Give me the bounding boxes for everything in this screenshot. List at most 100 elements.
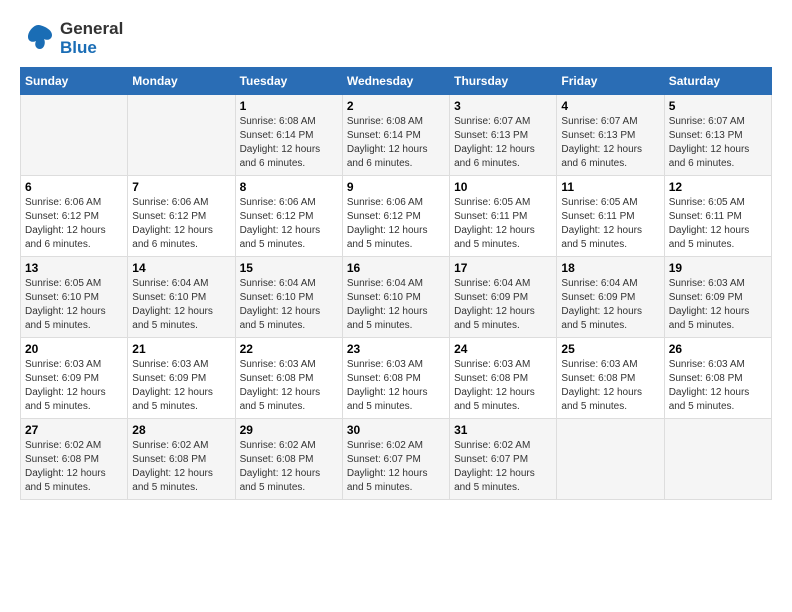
day-number: 18 (561, 261, 659, 275)
day-number: 30 (347, 423, 445, 437)
day-detail: Sunrise: 6:03 AM Sunset: 6:08 PM Dayligh… (454, 358, 552, 414)
calendar-cell (128, 95, 235, 176)
day-number: 5 (669, 99, 767, 113)
day-detail: Sunrise: 6:06 AM Sunset: 6:12 PM Dayligh… (25, 196, 123, 252)
logo: GeneralBlue (20, 20, 123, 57)
calendar-week-3: 13 Sunrise: 6:05 AM Sunset: 6:10 PM Dayli… (21, 257, 772, 338)
day-detail: Sunrise: 6:07 AM Sunset: 6:13 PM Dayligh… (454, 115, 552, 171)
calendar-cell: 30 Sunrise: 6:02 AM Sunset: 6:07 PM Dayli… (342, 419, 449, 500)
calendar-cell: 16 Sunrise: 6:04 AM Sunset: 6:10 PM Dayli… (342, 257, 449, 338)
header-thursday: Thursday (450, 68, 557, 95)
day-number: 2 (347, 99, 445, 113)
page-header: GeneralBlue (20, 20, 772, 57)
day-number: 3 (454, 99, 552, 113)
calendar-cell: 8Sunrise: 6:06 AM Sunset: 6:12 PM Daylig… (235, 176, 342, 257)
calendar-cell: 2 Sunrise: 6:08 AM Sunset: 6:14 PM Daylig… (342, 95, 449, 176)
calendar-cell: 19 Sunrise: 6:03 AM Sunset: 6:09 PM Dayli… (664, 257, 771, 338)
day-detail: Sunrise: 6:02 AM Sunset: 6:07 PM Dayligh… (347, 439, 445, 495)
calendar-cell: 20 Sunrise: 6:03 AM Sunset: 6:09 PM Dayli… (21, 338, 128, 419)
calendar-cell: 7 Sunrise: 6:06 AM Sunset: 6:12 PM Daylig… (128, 176, 235, 257)
calendar-cell: 18 Sunrise: 6:04 AM Sunset: 6:09 PM Dayli… (557, 257, 664, 338)
header-wednesday: Wednesday (342, 68, 449, 95)
day-number: 23 (347, 342, 445, 356)
calendar-cell: 17 Sunrise: 6:04 AM Sunset: 6:09 PM Dayli… (450, 257, 557, 338)
calendar-cell (557, 419, 664, 500)
day-detail: Sunrise: 6:04 AM Sunset: 6:10 PM Dayligh… (132, 277, 230, 333)
day-number: 31 (454, 423, 552, 437)
calendar-cell: 4Sunrise: 6:07 AM Sunset: 6:13 PM Daylig… (557, 95, 664, 176)
logo-blue-text: Blue (60, 39, 123, 58)
calendar-cell: 22Sunrise: 6:03 AM Sunset: 6:08 PM Dayli… (235, 338, 342, 419)
day-detail: Sunrise: 6:05 AM Sunset: 6:11 PM Dayligh… (561, 196, 659, 252)
calendar-cell: 21 Sunrise: 6:03 AM Sunset: 6:09 PM Dayli… (128, 338, 235, 419)
day-number: 12 (669, 180, 767, 194)
header-sunday: Sunday (21, 68, 128, 95)
calendar-cell: 10 Sunrise: 6:05 AM Sunset: 6:11 PM Dayli… (450, 176, 557, 257)
day-detail: Sunrise: 6:04 AM Sunset: 6:09 PM Dayligh… (454, 277, 552, 333)
day-number: 14 (132, 261, 230, 275)
day-detail: Sunrise: 6:08 AM Sunset: 6:14 PM Dayligh… (240, 115, 338, 171)
calendar-cell: 29 Sunrise: 6:02 AM Sunset: 6:08 PM Dayli… (235, 419, 342, 500)
day-number: 15 (240, 261, 338, 275)
calendar-cell: 5 Sunrise: 6:07 AM Sunset: 6:13 PM Daylig… (664, 95, 771, 176)
calendar-cell (21, 95, 128, 176)
calendar-cell: 6 Sunrise: 6:06 AM Sunset: 6:12 PM Daylig… (21, 176, 128, 257)
day-number: 9 (347, 180, 445, 194)
calendar-cell: 12 Sunrise: 6:05 AM Sunset: 6:11 PM Dayli… (664, 176, 771, 257)
day-detail: Sunrise: 6:03 AM Sunset: 6:08 PM Dayligh… (669, 358, 767, 414)
day-number: 25 (561, 342, 659, 356)
day-detail: Sunrise: 6:02 AM Sunset: 6:08 PM Dayligh… (240, 439, 338, 495)
day-number: 28 (132, 423, 230, 437)
day-number: 11 (561, 180, 659, 194)
day-number: 10 (454, 180, 552, 194)
day-detail: Sunrise: 6:04 AM Sunset: 6:10 PM Dayligh… (240, 277, 338, 333)
day-number: 24 (454, 342, 552, 356)
day-number: 21 (132, 342, 230, 356)
day-number: 6 (25, 180, 123, 194)
calendar-cell: 23 Sunrise: 6:03 AM Sunset: 6:08 PM Dayli… (342, 338, 449, 419)
day-number: 16 (347, 261, 445, 275)
day-number: 8 (240, 180, 338, 194)
day-detail: Sunrise: 6:03 AM Sunset: 6:09 PM Dayligh… (25, 358, 123, 414)
calendar-cell: 25Sunrise: 6:03 AM Sunset: 6:08 PM Dayli… (557, 338, 664, 419)
calendar-week-5: 27Sunrise: 6:02 AM Sunset: 6:08 PM Dayli… (21, 419, 772, 500)
day-number: 7 (132, 180, 230, 194)
day-number: 19 (669, 261, 767, 275)
calendar-cell: 3 Sunrise: 6:07 AM Sunset: 6:13 PM Daylig… (450, 95, 557, 176)
day-detail: Sunrise: 6:03 AM Sunset: 6:08 PM Dayligh… (240, 358, 338, 414)
calendar-week-4: 20 Sunrise: 6:03 AM Sunset: 6:09 PM Dayli… (21, 338, 772, 419)
calendar-header-row: SundayMondayTuesdayWednesdayThursdayFrid… (21, 68, 772, 95)
calendar-cell: 31 Sunrise: 6:02 AM Sunset: 6:07 PM Dayli… (450, 419, 557, 500)
header-saturday: Saturday (664, 68, 771, 95)
day-detail: Sunrise: 6:04 AM Sunset: 6:09 PM Dayligh… (561, 277, 659, 333)
logo-general-text: General (60, 20, 123, 39)
day-number: 1 (240, 99, 338, 113)
day-detail: Sunrise: 6:03 AM Sunset: 6:09 PM Dayligh… (132, 358, 230, 414)
calendar-week-1: 1 Sunrise: 6:08 AM Sunset: 6:14 PM Daylig… (21, 95, 772, 176)
day-detail: Sunrise: 6:02 AM Sunset: 6:08 PM Dayligh… (25, 439, 123, 495)
day-detail: Sunrise: 6:08 AM Sunset: 6:14 PM Dayligh… (347, 115, 445, 171)
day-detail: Sunrise: 6:07 AM Sunset: 6:13 PM Dayligh… (669, 115, 767, 171)
day-number: 20 (25, 342, 123, 356)
day-detail: Sunrise: 6:03 AM Sunset: 6:09 PM Dayligh… (669, 277, 767, 333)
calendar-cell: 15 Sunrise: 6:04 AM Sunset: 6:10 PM Dayli… (235, 257, 342, 338)
day-detail: Sunrise: 6:04 AM Sunset: 6:10 PM Dayligh… (347, 277, 445, 333)
day-detail: Sunrise: 6:06 AM Sunset: 6:12 PM Dayligh… (347, 196, 445, 252)
calendar-cell: 26Sunrise: 6:03 AM Sunset: 6:08 PM Dayli… (664, 338, 771, 419)
day-detail: Sunrise: 6:06 AM Sunset: 6:12 PM Dayligh… (132, 196, 230, 252)
day-detail: Sunrise: 6:05 AM Sunset: 6:10 PM Dayligh… (25, 277, 123, 333)
day-detail: Sunrise: 6:02 AM Sunset: 6:07 PM Dayligh… (454, 439, 552, 495)
calendar-cell: 11 Sunrise: 6:05 AM Sunset: 6:11 PM Dayli… (557, 176, 664, 257)
header-friday: Friday (557, 68, 664, 95)
calendar-cell: 9 Sunrise: 6:06 AM Sunset: 6:12 PM Daylig… (342, 176, 449, 257)
calendar-week-2: 6 Sunrise: 6:06 AM Sunset: 6:12 PM Daylig… (21, 176, 772, 257)
day-number: 29 (240, 423, 338, 437)
logo-svg (20, 21, 56, 57)
day-detail: Sunrise: 6:07 AM Sunset: 6:13 PM Dayligh… (561, 115, 659, 171)
day-number: 13 (25, 261, 123, 275)
day-detail: Sunrise: 6:03 AM Sunset: 6:08 PM Dayligh… (347, 358, 445, 414)
day-detail: Sunrise: 6:05 AM Sunset: 6:11 PM Dayligh… (669, 196, 767, 252)
day-detail: Sunrise: 6:05 AM Sunset: 6:11 PM Dayligh… (454, 196, 552, 252)
day-number: 17 (454, 261, 552, 275)
header-monday: Monday (128, 68, 235, 95)
